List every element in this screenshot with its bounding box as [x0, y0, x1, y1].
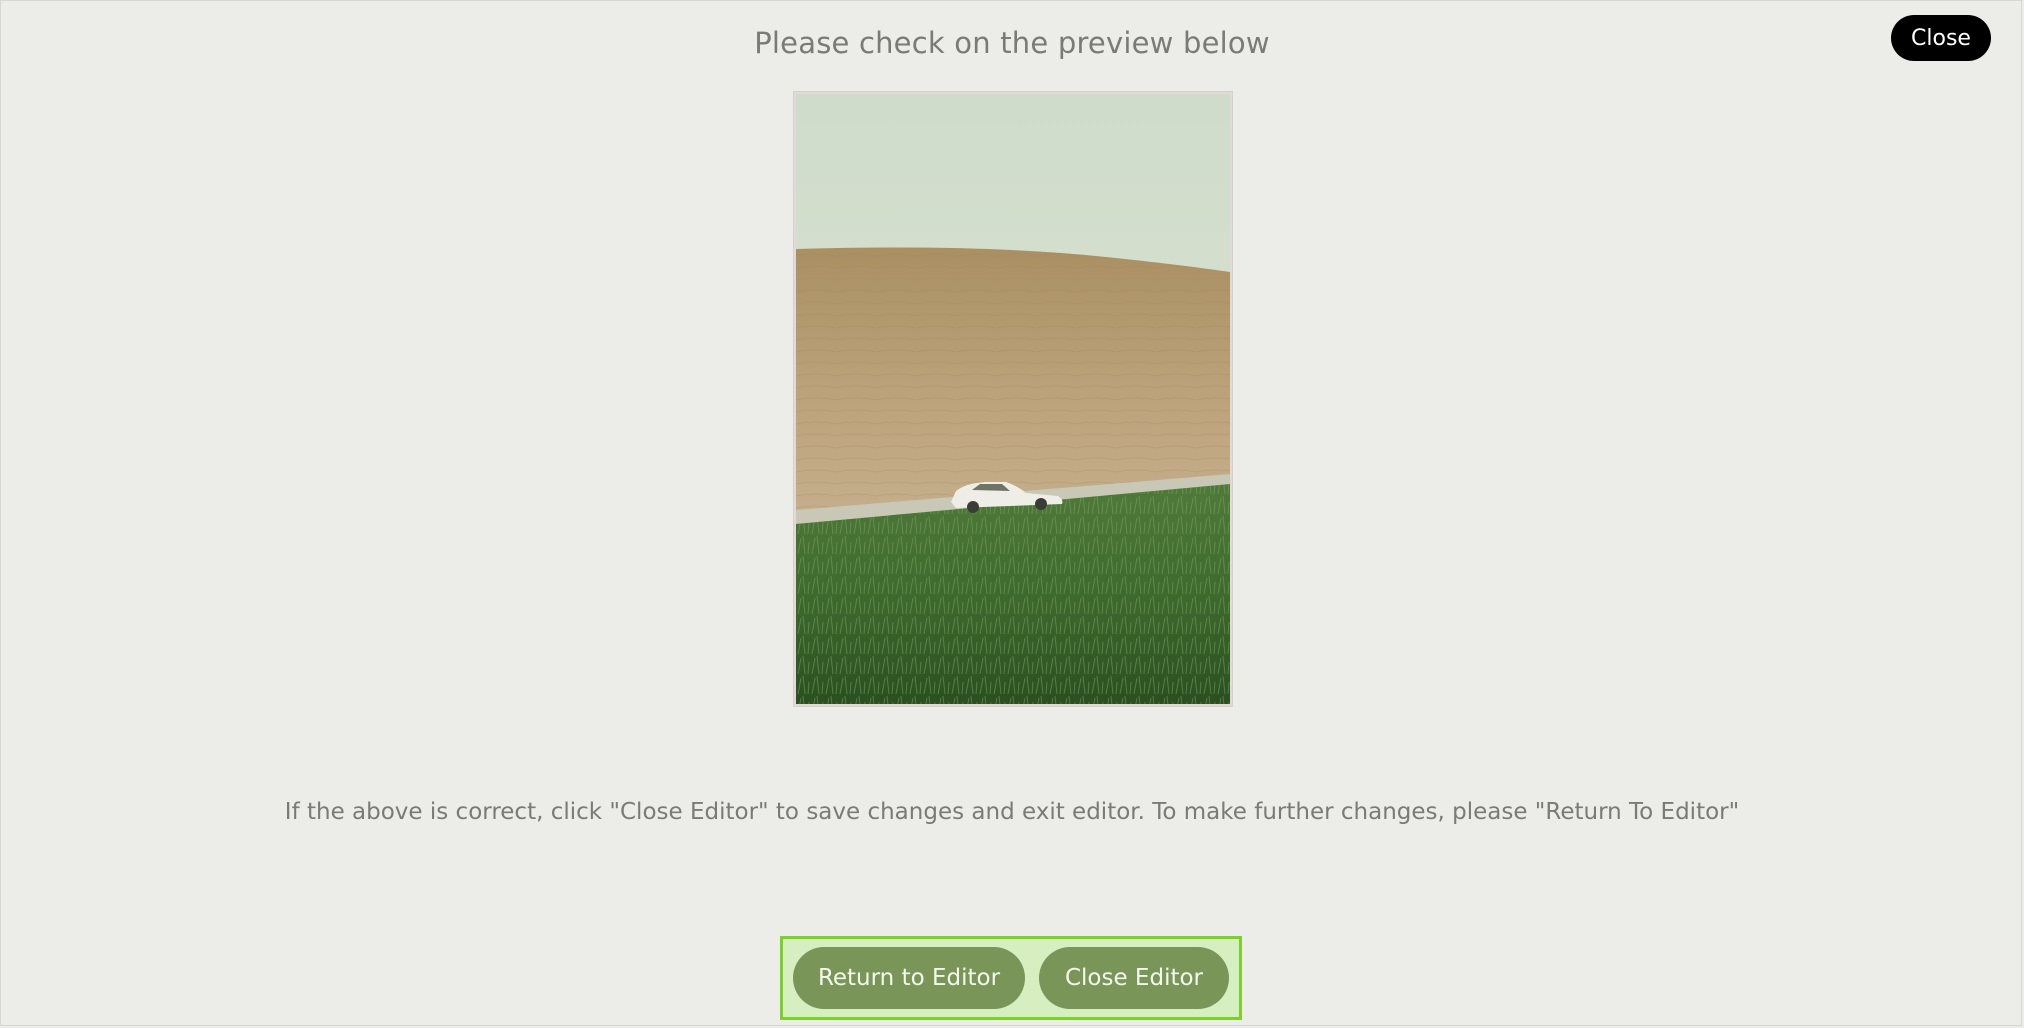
- return-to-editor-button[interactable]: Return to Editor: [793, 947, 1025, 1009]
- page-title: Please check on the preview below: [754, 26, 1270, 60]
- preview-image: [796, 94, 1230, 704]
- instruction-text: If the above is correct, click "Close Ed…: [284, 799, 1740, 825]
- close-editor-button[interactable]: Close Editor: [1039, 947, 1229, 1009]
- action-button-group: Return to Editor Close Editor: [780, 936, 1242, 1020]
- landscape-photo: [796, 94, 1230, 704]
- close-button[interactable]: Close: [1891, 15, 1991, 61]
- preview-frame: [793, 91, 1233, 707]
